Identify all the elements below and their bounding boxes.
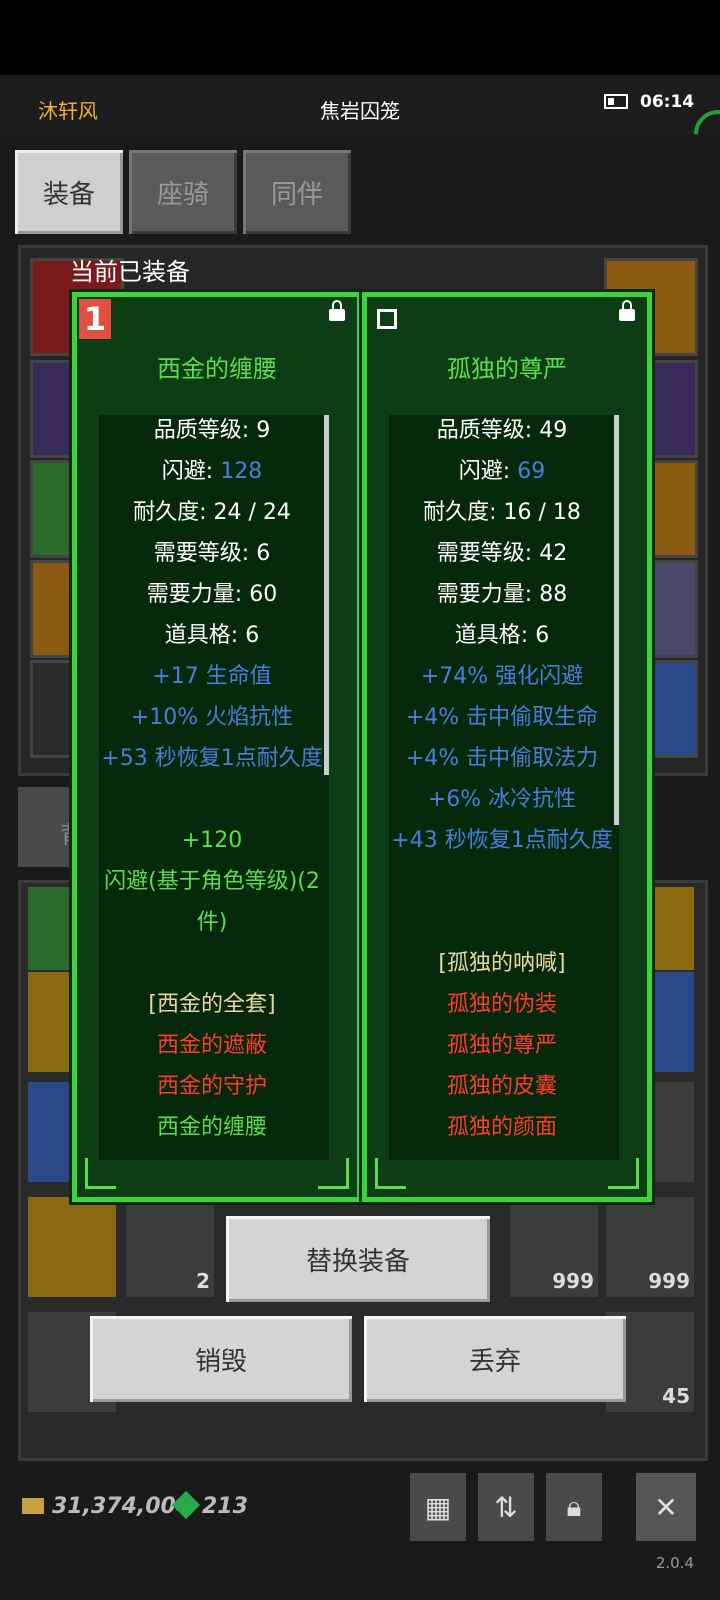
stat-line: 需要力量: 88 <box>436 582 568 607</box>
stat-line: +43 秒恢复1点耐久度 <box>391 828 613 853</box>
corner-ornament <box>375 1158 406 1189</box>
item-count: 999 <box>552 1269 594 1293</box>
grid-icon: ▦ <box>424 1490 452 1524</box>
slot-number-badge: 1 <box>79 299 111 339</box>
equipped-label: 当前已装备 <box>70 258 190 286</box>
set-item: 孤独的颜面 <box>446 1115 557 1140</box>
sort-button[interactable]: ⇅ <box>478 1473 534 1541</box>
stat-line: +17 生命值 <box>152 664 272 689</box>
sort-icon: ⇅ <box>494 1490 518 1524</box>
stat-line: 道具格: 6 <box>454 623 550 648</box>
stat-line: 耐久度: 24 / 24 <box>133 500 291 525</box>
discard-button[interactable]: 丢弃 <box>364 1316 626 1402</box>
stat-line: 闪避(基于角色等级)(2 <box>104 869 320 894</box>
tab-equipment[interactable]: 装备 <box>15 150 123 234</box>
corner-ornament <box>85 1158 116 1189</box>
inventory-slot[interactable] <box>26 1195 118 1299</box>
lock-icon[interactable] <box>329 300 345 321</box>
set-item: 孤独的尊严 <box>446 1033 557 1058</box>
stat-spacer <box>362 861 642 943</box>
set-item: 孤独的伪装 <box>446 992 557 1017</box>
item-count: 45 <box>662 1384 690 1408</box>
stat-label: 闪避: <box>458 459 518 484</box>
close-icon: ✕ <box>654 1490 678 1524</box>
item-name: 孤独的尊严 <box>447 355 567 383</box>
inventory-slot[interactable]: 999 <box>508 1195 600 1299</box>
set-item: 西金的遮蔽 <box>156 1033 267 1058</box>
version-label: 2.0.4 <box>655 1554 694 1572</box>
corner-ornament <box>318 1158 349 1189</box>
inventory-slot[interactable]: 2 <box>124 1195 216 1299</box>
gold-amount: 31,374,004 <box>52 1494 192 1519</box>
set-item: 西金的缠腰 <box>156 1115 267 1140</box>
stat-line: +74% 强化闪避 <box>420 664 584 689</box>
gold-icon <box>22 1498 44 1514</box>
tab-mount[interactable]: 座骑 <box>129 150 237 234</box>
set-name: [孤独的呐喊] <box>438 951 566 976</box>
item-count: 999 <box>648 1269 690 1293</box>
stat-line: 件) <box>196 910 228 935</box>
stat-value: 69 <box>517 459 546 484</box>
stat-line: 品质等级: 49 <box>436 418 568 443</box>
destroy-button[interactable]: 销毁 <box>90 1316 352 1402</box>
stat-line: 闪避: 69 <box>362 451 642 492</box>
stat-spacer <box>72 943 352 984</box>
grid-view-button[interactable]: ▦ <box>410 1473 466 1541</box>
stat-line: 耐久度: 16 / 18 <box>423 500 581 525</box>
stat-line: +120 <box>181 828 243 853</box>
lock-icon: 🔒︎ <box>566 1490 582 1523</box>
stat-line: 需要等级: 6 <box>153 541 271 566</box>
item-stats-list: 品质等级: 49 闪避: 69 耐久度: 16 / 18 需要等级: 42 需要… <box>362 410 642 1148</box>
system-topbar <box>0 0 720 75</box>
stat-spacer <box>72 779 352 820</box>
inventory-slot[interactable]: 999 <box>604 1195 696 1299</box>
stat-line: 闪避: 128 <box>72 451 352 492</box>
lock-toggle-button[interactable]: 🔒︎ <box>546 1473 602 1541</box>
stat-line: +4% 击中偷取生命 <box>405 705 599 730</box>
item-name: 西金的缠腰 <box>157 355 277 383</box>
unequipped-badge <box>377 309 397 329</box>
stat-line: +6% 冰冷抗性 <box>427 787 577 812</box>
set-name: [西金的全套] <box>148 992 276 1017</box>
gem-amount: 213 <box>202 1494 248 1519</box>
battery-icon <box>604 94 628 109</box>
corner-ornament <box>608 1158 639 1189</box>
stat-label: 闪避: <box>161 459 221 484</box>
item-count: 2 <box>196 1269 210 1293</box>
stat-value: 128 <box>220 459 263 484</box>
set-item: 西金的守护 <box>156 1074 267 1099</box>
clock: 06:14 <box>640 92 695 112</box>
set-item: 孤独的皮囊 <box>446 1074 557 1099</box>
stat-line: 需要力量: 60 <box>146 582 278 607</box>
close-button[interactable]: ✕ <box>636 1473 696 1541</box>
stat-line: +4% 击中偷取法力 <box>405 746 599 771</box>
replace-equipment-button[interactable]: 替换装备 <box>226 1216 490 1302</box>
lock-icon[interactable] <box>619 300 635 321</box>
stat-line: +10% 火焰抗性 <box>130 705 294 730</box>
stat-line: 需要等级: 42 <box>436 541 568 566</box>
item-stats-list: 品质等级: 9 闪避: 128 耐久度: 24 / 24 需要等级: 6 需要力… <box>72 410 352 1148</box>
tab-companion[interactable]: 同伴 <box>243 150 351 234</box>
stat-line: +53 秒恢复1点耐久度 <box>101 746 323 771</box>
stat-line: 道具格: 6 <box>164 623 260 648</box>
stat-line: 品质等级: 9 <box>153 418 271 443</box>
